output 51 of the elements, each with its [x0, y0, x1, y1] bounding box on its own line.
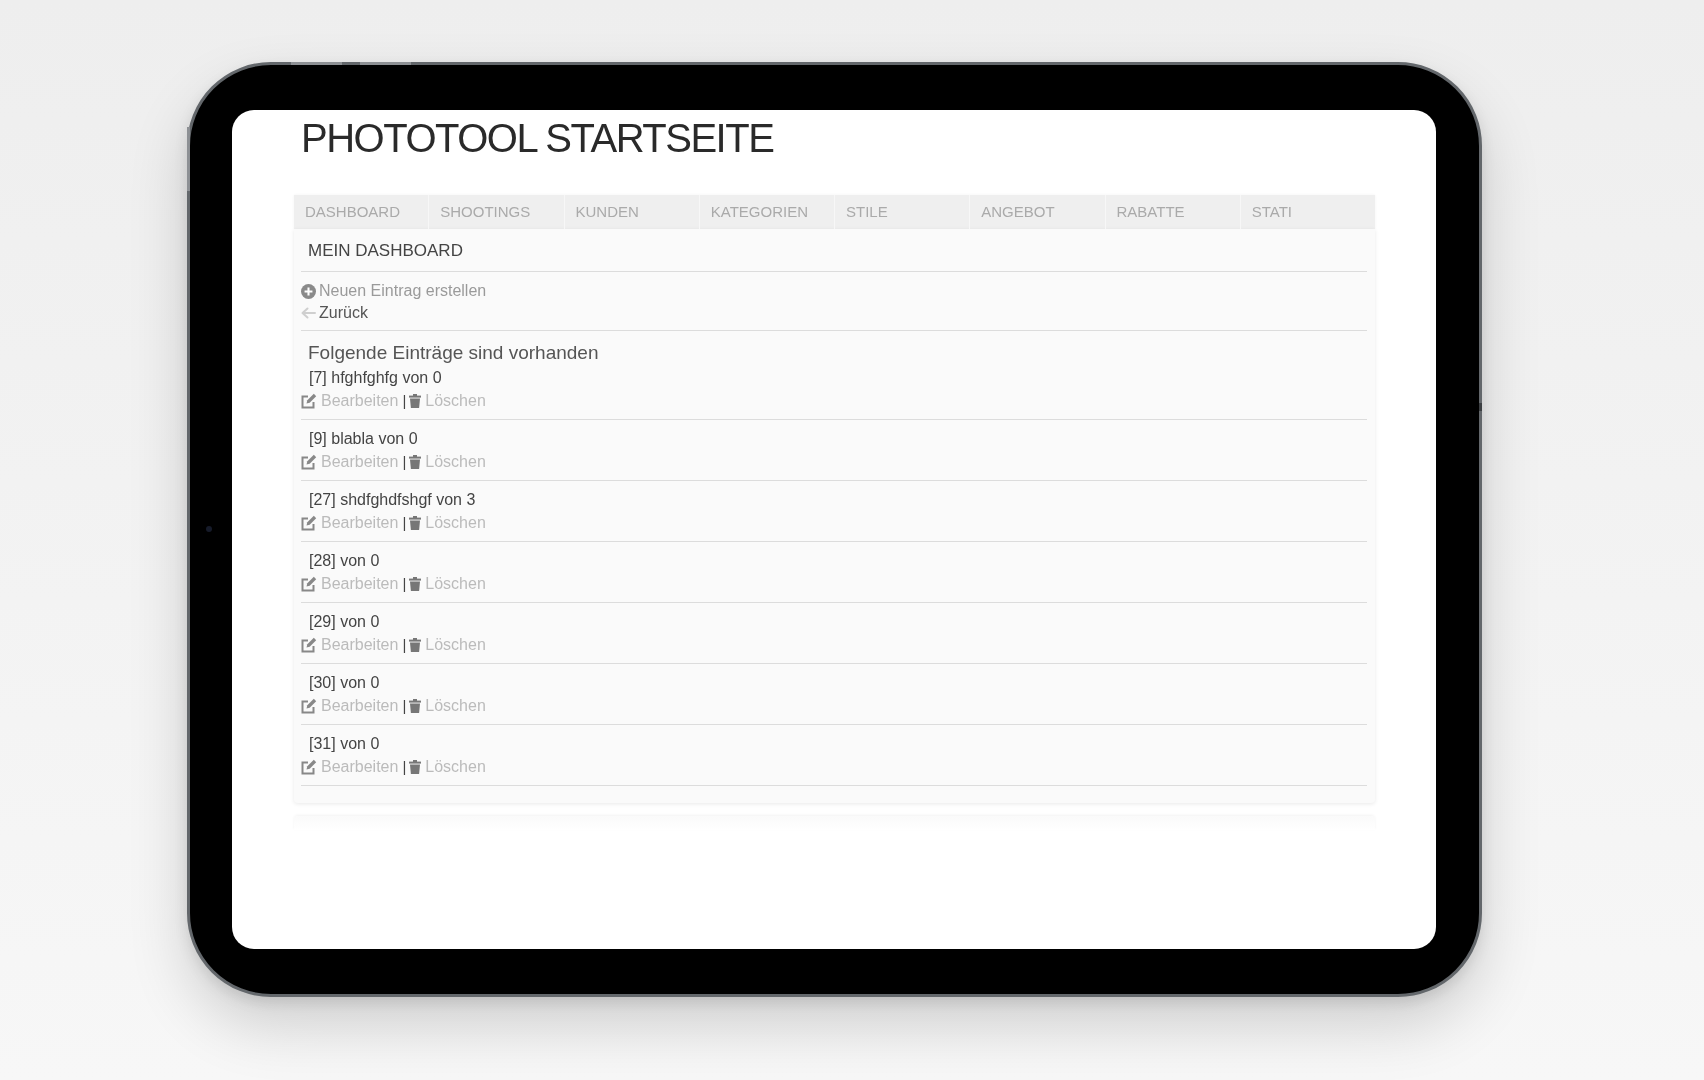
edit-link[interactable]: Bearbeiten — [301, 634, 399, 656]
trash-icon — [409, 760, 422, 774]
link-separator: | — [402, 635, 407, 655]
delete-link[interactable]: Löschen — [409, 756, 486, 778]
new-entry-link[interactable]: Neuen Eintrag erstellen — [301, 280, 487, 302]
delete-link[interactable]: Löschen — [409, 634, 486, 656]
pencil-square-icon — [301, 698, 317, 714]
pencil-square-icon — [301, 454, 317, 470]
link-separator: | — [402, 391, 407, 411]
trash-icon — [409, 577, 422, 591]
pencil-square-icon — [301, 759, 317, 775]
link-separator: | — [402, 452, 407, 472]
trash-icon — [409, 394, 422, 408]
pencil-square-icon — [301, 576, 317, 592]
edit-link[interactable]: Bearbeiten — [301, 451, 399, 473]
entry-title: [28] von 0 — [309, 551, 380, 571]
delete-link[interactable]: Löschen — [409, 512, 486, 534]
nav-tab[interactable]: STATI — [1240, 195, 1375, 229]
trash-icon — [409, 516, 422, 530]
delete-link[interactable]: Löschen — [409, 695, 486, 717]
entry-title: [9] blabla von 0 — [309, 429, 418, 449]
link-separator: | — [402, 574, 407, 594]
trash-icon — [409, 638, 422, 652]
entry-title: [30] von 0 — [309, 673, 380, 693]
pencil-square-icon — [301, 393, 317, 409]
entry-title: [27] shdfghdfshgf von 3 — [309, 490, 476, 510]
camera-icon — [206, 526, 212, 532]
card-title: MEIN DASHBOARD — [308, 240, 463, 262]
delete-link[interactable]: Löschen — [409, 451, 486, 473]
arrow-left-icon — [301, 307, 316, 319]
entry-title: [29] von 0 — [309, 612, 380, 632]
link-separator: | — [402, 757, 407, 777]
pencil-square-icon — [301, 637, 317, 653]
delete-link[interactable]: Löschen — [409, 573, 486, 595]
trash-icon — [409, 455, 422, 469]
page-title: PHOTOTOOL STARTSEITE — [301, 115, 775, 162]
edit-link[interactable]: Bearbeiten — [301, 512, 399, 534]
pencil-square-icon — [301, 515, 317, 531]
link-separator: | — [402, 696, 407, 716]
entry-title: [7] hfghfghfg von 0 — [309, 368, 442, 388]
delete-link[interactable]: Löschen — [409, 390, 486, 412]
edit-link[interactable]: Bearbeiten — [301, 756, 399, 778]
list-heading: Folgende Einträge sind vorhanden — [308, 341, 599, 365]
trash-icon — [409, 699, 422, 713]
edit-link[interactable]: Bearbeiten — [301, 573, 399, 595]
plus-circle-icon — [301, 283, 316, 299]
link-separator: | — [402, 513, 407, 533]
entry-title: [31] von 0 — [309, 734, 380, 754]
back-link[interactable]: Zurück — [301, 302, 368, 324]
edit-link[interactable]: Bearbeiten — [301, 390, 399, 412]
edit-link[interactable]: Bearbeiten — [301, 695, 399, 717]
